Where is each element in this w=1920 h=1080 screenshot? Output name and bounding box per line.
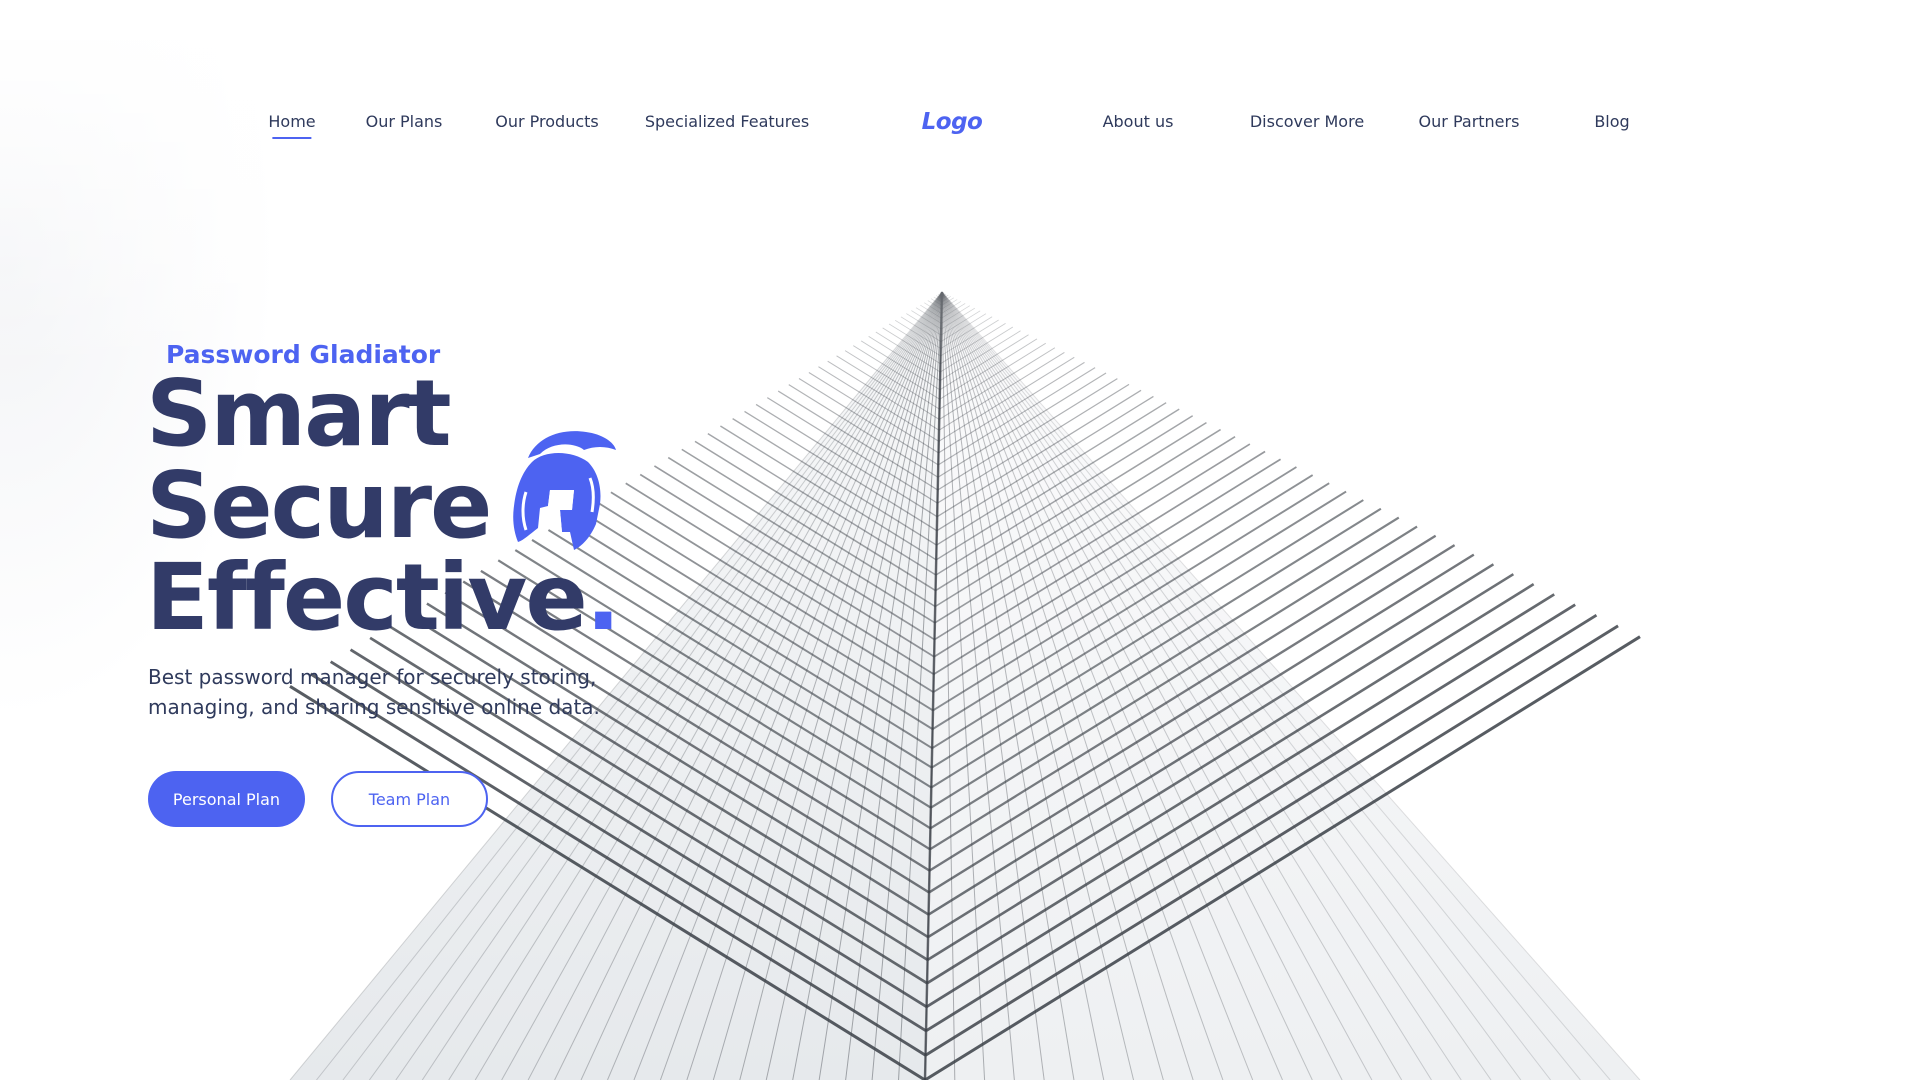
nav-item-discover-more[interactable]: Discover More xyxy=(1250,112,1364,131)
personal-plan-button[interactable]: Personal Plan xyxy=(148,771,305,827)
nav-item-our-plans[interactable]: Our Plans xyxy=(366,112,443,131)
headline-line-effective-text: Effective xyxy=(146,544,588,651)
landing-page: Home Our Plans Our Products Specialized … xyxy=(0,0,1920,1080)
nav-item-blog[interactable]: Blog xyxy=(1594,112,1629,131)
nav-item-about-us[interactable]: About us xyxy=(1103,112,1174,131)
team-plan-button[interactable]: Team Plan xyxy=(331,771,488,827)
site-logo[interactable]: Logo xyxy=(922,109,983,135)
gladiator-helmet-icon xyxy=(513,431,616,550)
nav-item-home[interactable]: Home xyxy=(268,112,316,139)
main-navigation: Home Our Plans Our Products Specialized … xyxy=(0,109,1920,142)
nav-item-our-products[interactable]: Our Products xyxy=(495,112,598,131)
nav-item-our-partners[interactable]: Our Partners xyxy=(1419,112,1520,131)
headline-line-effective: Effective. xyxy=(146,552,621,644)
nav-item-specialized-features[interactable]: Specialized Features xyxy=(645,112,809,131)
hero-subtitle: Best password manager for securely stori… xyxy=(148,665,600,719)
headline-accent-dot: . xyxy=(585,544,621,651)
